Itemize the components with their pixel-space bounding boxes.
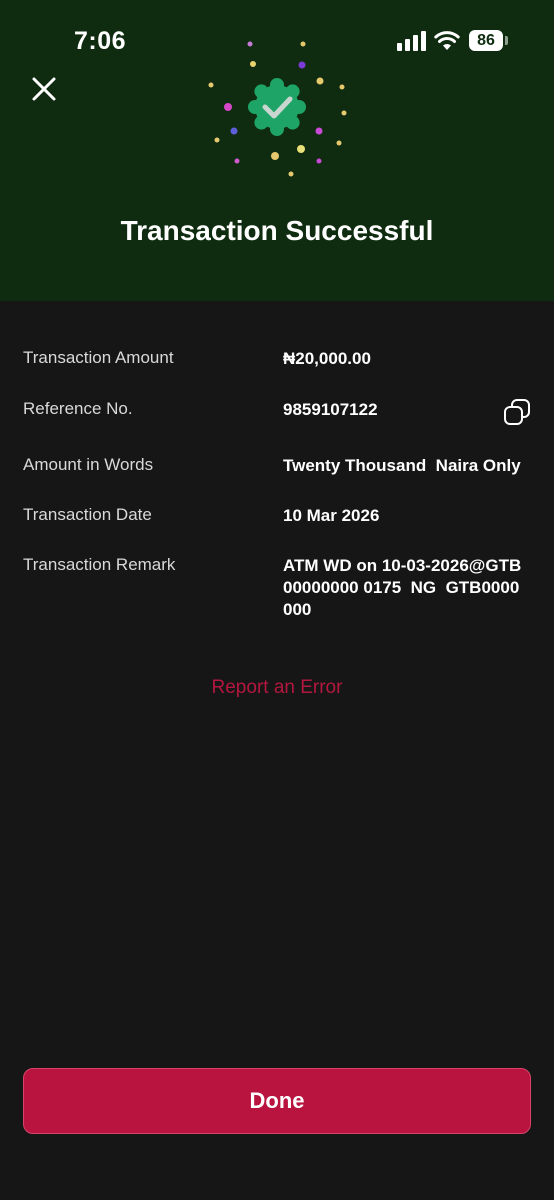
detail-value: ₦20,000.00 — [283, 349, 371, 368]
battery-tip — [505, 36, 508, 45]
verified-check-icon — [208, 41, 347, 177]
wifi-icon — [434, 31, 460, 50]
detail-label: Transaction Amount — [23, 348, 174, 367]
signal-icon — [397, 31, 427, 51]
close-icon[interactable] — [28, 73, 60, 105]
detail-value: Twenty Thousand Naira Only — [283, 456, 521, 475]
detail-label: Transaction Remark — [23, 555, 176, 574]
battery-icon: 86 — [469, 30, 503, 51]
detail-label: Reference No. — [23, 399, 133, 418]
detail-value: 10 Mar 2026 — [283, 506, 380, 525]
success-header: 7:06 86 Transaction Successful — [0, 0, 554, 301]
detail-label: Amount in Words — [23, 455, 154, 474]
report-error-link[interactable]: Report an Error — [0, 677, 554, 699]
detail-value: ATM WD on 10-03-2026@GTB00000000 0175 NG… — [283, 556, 522, 619]
detail-label: Transaction Date — [23, 505, 152, 524]
done-button[interactable]: Done — [23, 1068, 531, 1134]
status-time: 7:06 — [74, 27, 127, 55]
detail-value: 9859107122 — [283, 400, 378, 419]
transaction-receipt-screen: 7:06 86 Transaction Successful Transacti… — [0, 0, 554, 1200]
page-title: Transaction Successful — [120, 215, 434, 246]
copy-icon[interactable] — [503, 398, 531, 426]
